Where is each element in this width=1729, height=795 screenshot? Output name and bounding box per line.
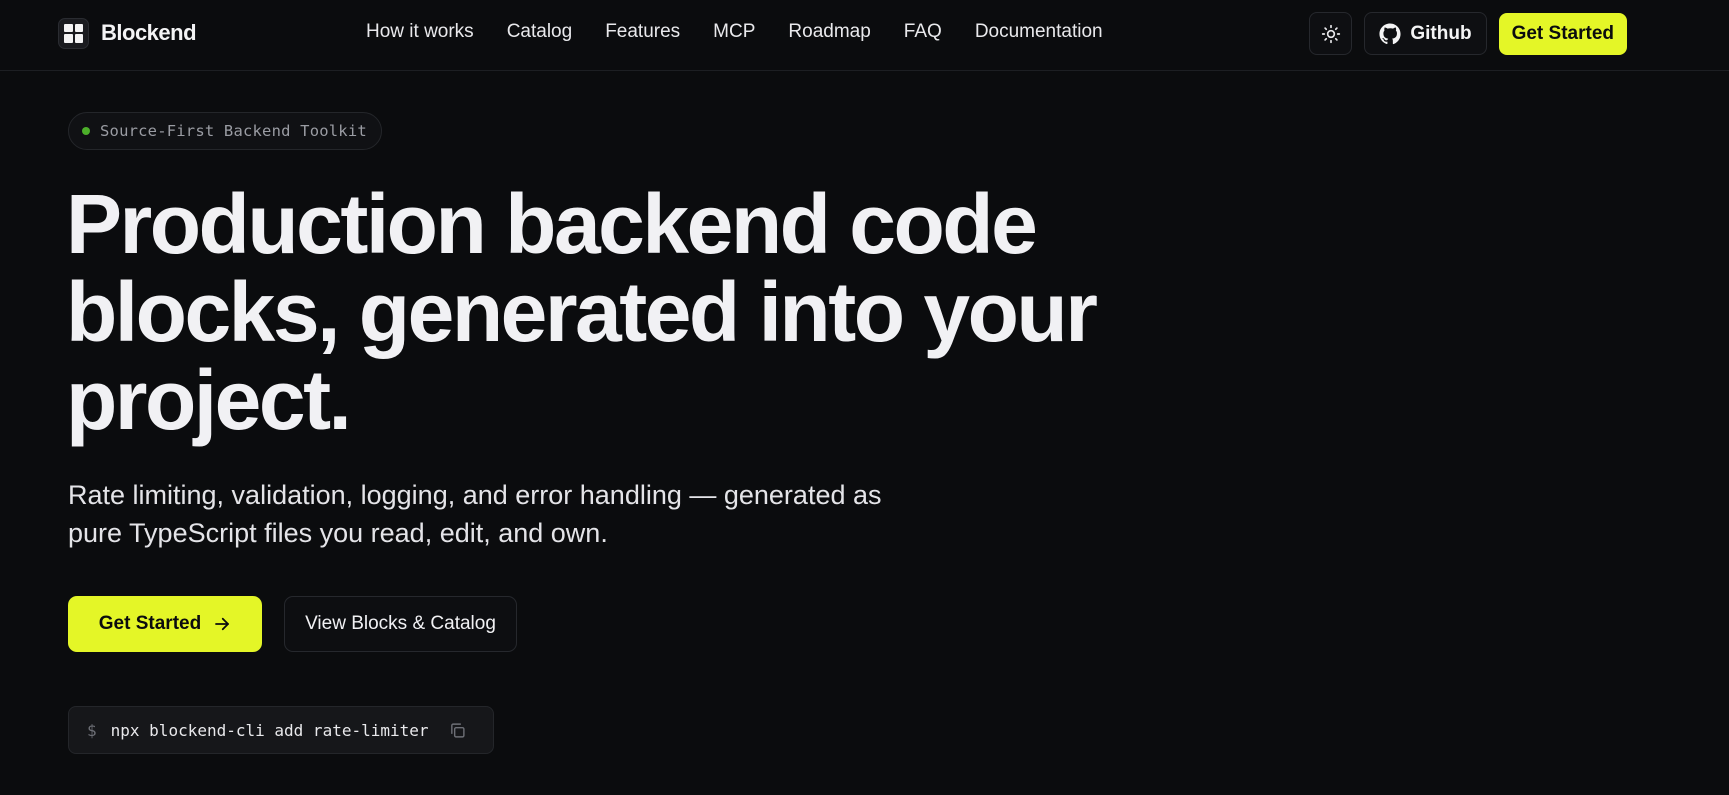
nav-link-how-it-works[interactable]: How it works: [366, 21, 474, 43]
brand-name: Blockend: [101, 20, 197, 45]
view-blocks-catalog-button[interactable]: View Blocks & Catalog: [284, 596, 517, 652]
subtext-line: pure TypeScript files you read, edit, an…: [68, 518, 608, 548]
theme-toggle-button[interactable]: [1309, 12, 1353, 55]
sun-icon: [1321, 24, 1341, 43]
command-prompt: $: [87, 720, 97, 740]
install-command: $ npx blockend-cli add rate-limiter: [68, 706, 494, 754]
nav-link-catalog[interactable]: Catalog: [507, 21, 573, 43]
top-nav: Blockend How it works Catalog Features M…: [0, 0, 1729, 71]
command-text[interactable]: npx blockend-cli add rate-limiter: [111, 721, 429, 740]
brand[interactable]: Blockend: [58, 17, 197, 49]
get-started-label: Get Started: [98, 613, 202, 634]
subtext-line: Rate limiting, validation, logging, and …: [68, 480, 882, 510]
github-button[interactable]: Github: [1364, 12, 1487, 55]
github-icon: [1379, 22, 1401, 44]
nav-link-roadmap[interactable]: Roadmap: [788, 21, 870, 43]
hero-subtext: Rate limiting, validation, logging, and …: [68, 476, 968, 552]
headline-line: project.: [66, 353, 352, 447]
nav-link-features[interactable]: Features: [605, 21, 680, 43]
hero-headline: Production backend code blocks, generate…: [66, 180, 1186, 444]
arrow-right-icon: [215, 617, 230, 631]
nav-actions: Github Get Started: [1309, 12, 1627, 55]
headline-line: blocks, generated into your: [66, 265, 1098, 359]
github-label: Github: [1410, 22, 1472, 44]
nav-link-documentation[interactable]: Documentation: [975, 21, 1103, 43]
get-started-button[interactable]: Get Started: [68, 596, 262, 652]
hero-badge: Source-First Backend Toolkit: [68, 112, 382, 150]
nav-link-mcp[interactable]: MCP: [713, 21, 755, 43]
headline-line: Production backend code: [66, 177, 1038, 271]
blockend-logo-icon: [58, 17, 89, 49]
nav-get-started-button[interactable]: Get Started: [1498, 12, 1627, 55]
status-dot-icon: [82, 127, 90, 135]
nav-links: How it works Catalog Features MCP Roadma…: [366, 21, 1136, 43]
copy-icon: [450, 722, 465, 738]
copy-button[interactable]: [449, 722, 466, 739]
badge-text: Source-First Backend Toolkit: [100, 122, 367, 140]
nav-link-faq[interactable]: FAQ: [904, 21, 942, 43]
